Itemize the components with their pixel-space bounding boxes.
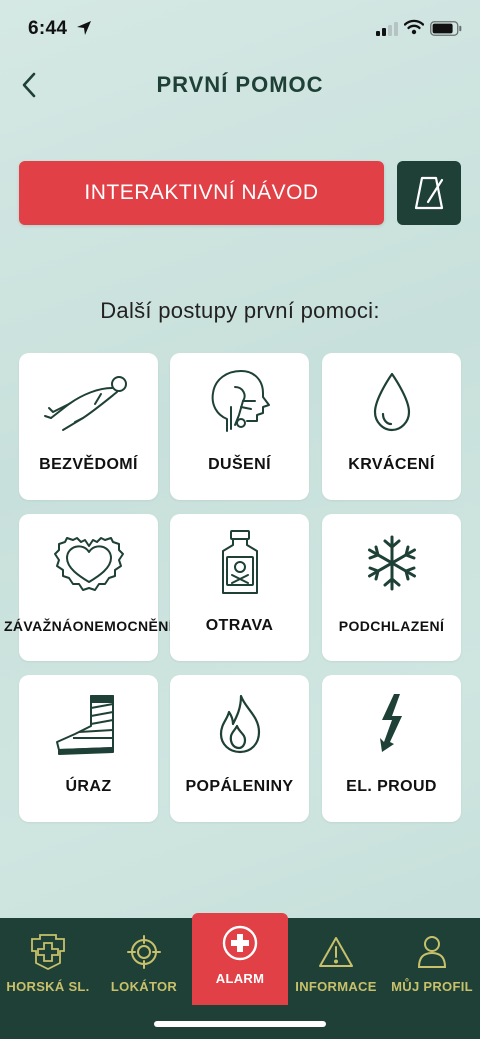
battery-icon [430, 21, 462, 41]
mountain-rescue-badge-icon [0, 932, 96, 972]
tile-unconsciousness[interactable]: BEZVĚDOMÍ [19, 353, 158, 500]
tile-burns[interactable]: POPÁLENINY [170, 675, 309, 822]
tile-label: KRVÁCENÍ [348, 456, 435, 473]
tile-label: OTRAVA [205, 617, 274, 634]
medical-cross-icon [192, 923, 288, 963]
heart-illness-icon [19, 526, 158, 600]
tab-label: MŮJ PROFIL [391, 979, 473, 994]
tab-my-profile[interactable]: MŮJ PROFIL [384, 918, 480, 1018]
tile-choking[interactable]: DUŠENÍ [170, 353, 309, 500]
person-icon [384, 932, 480, 972]
poison-bottle-icon [170, 526, 309, 600]
tab-label: HORSKÁ SL. [6, 979, 90, 994]
choking-head-icon [170, 365, 309, 439]
crosshair-icon [96, 932, 192, 972]
tile-serious-illness[interactable]: ZÁVAŽNÁ ONEMOCNĚNÍ [4, 514, 173, 661]
home-indicator [154, 1021, 326, 1027]
tile-label: ZÁVAŽNÁ ONEMOCNĚNÍ [4, 602, 173, 650]
lightning-icon [322, 687, 461, 761]
tab-mountain-rescue[interactable]: HORSKÁ SL. [0, 918, 96, 1018]
flame-icon [170, 687, 309, 761]
wifi-icon [403, 19, 425, 40]
status-time: 6:44 [28, 18, 68, 39]
tab-information[interactable]: INFORMACE [288, 918, 384, 1018]
status-bar: 6:44 [0, 0, 480, 56]
tile-label: BEZVĚDOMÍ [39, 456, 138, 473]
page-title: PRVNÍ POMOC [156, 72, 324, 97]
tile-poisoning[interactable]: OTRAVA [170, 514, 309, 661]
tile-electric-shock[interactable]: EL. PROUD [322, 675, 461, 822]
tab-alarm[interactable]: ALARM [192, 913, 288, 1005]
tab-label: LOKÁTOR [110, 979, 178, 994]
tile-injury[interactable]: ÚRAZ [19, 675, 158, 822]
tab-locator[interactable]: LOKÁTOR [96, 918, 192, 1018]
tile-label: POPÁLENINY [185, 778, 294, 795]
section-subtitle: Další postupy první pomoci: [100, 298, 380, 323]
snowflake-icon [322, 526, 461, 600]
tile-label: PODCHLAZENÍ [338, 618, 445, 634]
tab-label: INFORMACE [295, 979, 377, 994]
tile-hypothermia[interactable]: PODCHLAZENÍ [322, 514, 461, 661]
blood-drop-icon [322, 365, 461, 439]
unconscious-person-icon [19, 365, 158, 439]
header: PRVNÍ POMOC [0, 62, 480, 108]
tab-label: ALARM [215, 971, 265, 986]
metronome-button[interactable] [397, 161, 461, 225]
cellular-signal-icon [376, 22, 398, 41]
metronome-icon [414, 176, 444, 210]
tile-label-line2: ONEMOCNĚNÍ [72, 618, 174, 634]
tile-label: ÚRAZ [65, 778, 112, 795]
tile-label: DUŠENÍ [208, 456, 271, 473]
warning-triangle-icon [288, 932, 384, 972]
tile-label-line1: ZÁVAŽNÁ [3, 618, 73, 634]
tile-bleeding[interactable]: KRVÁCENÍ [322, 353, 461, 500]
bandaged-leg-icon [19, 687, 158, 761]
tile-label: EL. PROUD [346, 778, 437, 795]
interactive-guide-button[interactable]: INTERAKTIVNÍ NÁVOD [19, 161, 384, 225]
location-arrow-icon [76, 20, 92, 41]
